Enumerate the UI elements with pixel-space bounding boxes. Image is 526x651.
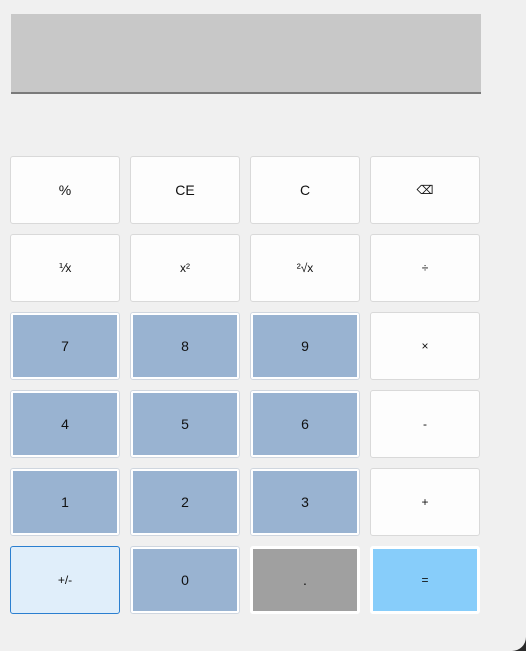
multiply-button[interactable]: ×	[370, 312, 480, 380]
digit-9-button[interactable]: 9	[250, 312, 360, 380]
digit-3-button[interactable]: 3	[250, 468, 360, 536]
decimal-button[interactable]: .	[250, 546, 360, 614]
square-button[interactable]: x²	[130, 234, 240, 302]
subtract-button[interactable]: -	[370, 390, 480, 458]
square-root-button[interactable]: ²√x	[250, 234, 360, 302]
divide-button[interactable]: ÷	[370, 234, 480, 302]
digit-0-button[interactable]: 0	[130, 546, 240, 614]
reciprocal-button[interactable]: ⅟x	[10, 234, 120, 302]
keypad: % CE C ⌫ ⅟x x² ²√x ÷ 7 8 9 × 4 5 6 - 1 2…	[10, 156, 481, 614]
equals-button[interactable]: =	[370, 546, 480, 614]
backspace-icon: ⌫	[416, 183, 434, 197]
backspace-button[interactable]: ⌫	[370, 156, 480, 224]
digit-2-button[interactable]: 2	[130, 468, 240, 536]
add-button[interactable]: +	[370, 468, 480, 536]
display	[11, 14, 481, 94]
clear-button[interactable]: C	[250, 156, 360, 224]
digit-1-button[interactable]: 1	[10, 468, 120, 536]
digit-6-button[interactable]: 6	[250, 390, 360, 458]
calculator-window: % CE C ⌫ ⅟x x² ²√x ÷ 7 8 9 × 4 5 6 - 1 2…	[0, 0, 526, 651]
digit-5-button[interactable]: 5	[130, 390, 240, 458]
negate-button[interactable]: +/-	[10, 546, 120, 614]
digit-7-button[interactable]: 7	[10, 312, 120, 380]
digit-8-button[interactable]: 8	[130, 312, 240, 380]
percent-button[interactable]: %	[10, 156, 120, 224]
clear-entry-button[interactable]: CE	[130, 156, 240, 224]
digit-4-button[interactable]: 4	[10, 390, 120, 458]
